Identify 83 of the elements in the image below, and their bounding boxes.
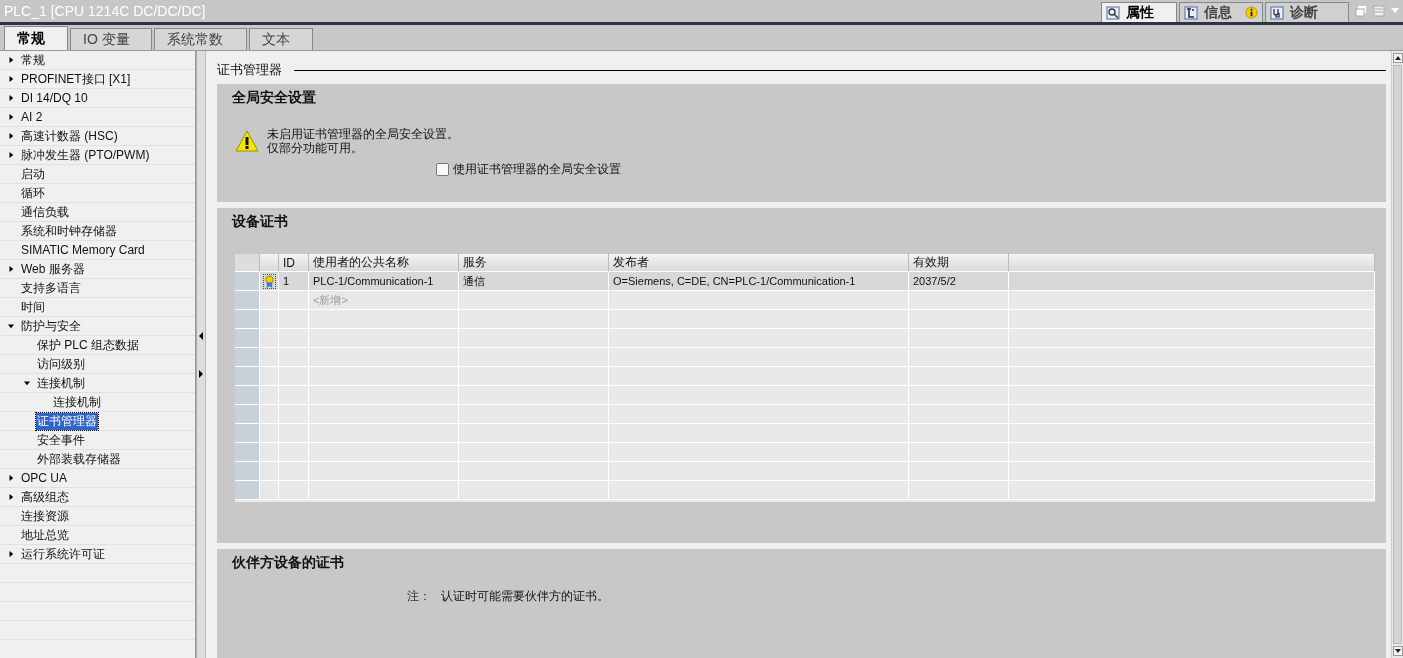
- collapsed-arrow-icon[interactable]: [8, 56, 14, 64]
- tree-item[interactable]: 防护与安全: [20, 317, 82, 335]
- table-cell: 通信: [459, 272, 609, 291]
- inspector-tab[interactable]: 属性: [1101, 2, 1177, 22]
- tree-item[interactable]: 通信负载: [20, 203, 70, 221]
- tree-item[interactable]: AI 2: [20, 110, 44, 124]
- tree-item[interactable]: Web 服务器: [20, 260, 86, 278]
- table-cell: [260, 424, 279, 443]
- tree-item[interactable]: 循环: [20, 184, 46, 202]
- collapse-left-icon[interactable]: [199, 331, 203, 340]
- tree-item[interactable]: DI 14/DQ 10: [20, 91, 89, 105]
- tree-item[interactable]: PROFINET接口 [X1]: [20, 70, 132, 88]
- page-title: 证书管理器: [217, 61, 282, 79]
- collapsed-arrow-icon[interactable]: [8, 113, 14, 121]
- tree-item[interactable]: 证书管理器: [36, 412, 98, 430]
- tree-item[interactable]: 支持多语言: [20, 279, 82, 297]
- scrollbar[interactable]: [1391, 51, 1403, 658]
- table-cell: 2037/5/2: [909, 272, 1009, 291]
- table-cell: PLC-1/Communication-1: [309, 272, 459, 291]
- table-cell: O=Siemens, C=DE, CN=PLC-1/Communication-1: [609, 272, 909, 291]
- collapsed-arrow-icon[interactable]: [8, 550, 14, 558]
- table-cell: [260, 329, 279, 348]
- collapsed-arrow-icon[interactable]: [8, 132, 14, 140]
- tree-item[interactable]: 保护 PLC 组态数据: [36, 336, 140, 354]
- collapsed-arrow-icon[interactable]: [8, 493, 14, 501]
- collapsed-arrow-icon[interactable]: [8, 474, 14, 482]
- collapsed-arrow-icon[interactable]: [8, 265, 14, 273]
- inspector-tab[interactable]: 诊断: [1265, 2, 1349, 22]
- tree-item[interactable]: 安全事件: [36, 431, 86, 449]
- checkbox-label: 使用证书管理器的全局安全设置: [453, 161, 621, 178]
- table-cell: [260, 462, 279, 481]
- tree-item[interactable]: 连接机制: [52, 393, 102, 411]
- scroll-up-icon[interactable]: [1392, 53, 1403, 63]
- tree-item[interactable]: 启动: [20, 165, 46, 183]
- tree-item[interactable]: 时间: [20, 298, 46, 316]
- tab[interactable]: IO 变量: [70, 28, 152, 50]
- checkbox[interactable]: [436, 163, 449, 176]
- table-cell: [260, 348, 279, 367]
- warning-text: 未启用证书管理器的全局安全设置。: [267, 127, 459, 141]
- warning-text: 仅部分功能可用。: [267, 141, 364, 155]
- warning-icon: [235, 130, 259, 152]
- tree-item[interactable]: OPC UA: [20, 471, 68, 485]
- tree-item[interactable]: 访问级别: [36, 355, 86, 373]
- table-cell: 1: [279, 272, 309, 291]
- tab[interactable]: 常规: [4, 26, 68, 50]
- table-cell: [260, 386, 279, 405]
- window-title: PLC_1 [CPU 1214C DC/DC/DC]: [3, 3, 206, 21]
- note-text: 认证时可能需要伙伴方的证书。: [441, 588, 609, 605]
- expanded-arrow-icon[interactable]: [24, 379, 30, 387]
- tree-item[interactable]: 脉冲发生器 (PTO/PWM): [20, 146, 151, 164]
- info-arrow-icon: [1184, 5, 1198, 20]
- tree-item[interactable]: 运行系统许可证: [20, 545, 106, 563]
- tree-item[interactable]: 高速计数器 (HSC): [20, 127, 119, 145]
- section-heading: 伙伴方设备的证书: [232, 554, 345, 572]
- inspector-tab[interactable]: 信息: [1179, 2, 1263, 22]
- note-label: 注：: [407, 588, 431, 605]
- table-cell: [279, 291, 309, 310]
- magnifier-icon: [1106, 5, 1120, 20]
- table-cell: [260, 443, 279, 462]
- tree-item[interactable]: 系统和时钟存储器: [20, 222, 118, 240]
- stethoscope-icon: [1270, 5, 1284, 20]
- corner-cell: [235, 254, 260, 272]
- table-cell: [260, 367, 279, 386]
- tree-item[interactable]: SIMATIC Memory Card: [20, 243, 146, 257]
- section-heading: 全局安全设置: [232, 89, 317, 107]
- tab[interactable]: 文本: [249, 28, 313, 50]
- collapsed-arrow-icon[interactable]: [8, 151, 14, 159]
- expanded-arrow-icon[interactable]: [8, 322, 14, 330]
- tree-item[interactable]: 外部装载存储器: [36, 450, 122, 468]
- tree-item[interactable]: 连接资源: [20, 507, 70, 525]
- tree-item[interactable]: 常规: [20, 51, 46, 69]
- section-heading: 设备证书: [232, 213, 289, 231]
- tree-item[interactable]: 高级组态: [20, 488, 70, 506]
- tab[interactable]: 系统常数: [154, 28, 247, 50]
- collapsed-arrow-icon[interactable]: [8, 75, 14, 83]
- scroll-down-icon[interactable]: [1392, 646, 1403, 656]
- table-cell: [260, 310, 279, 329]
- tree-item[interactable]: 地址总览: [20, 526, 70, 544]
- tree-item[interactable]: 连接机制: [36, 374, 86, 392]
- table-cell: [260, 405, 279, 424]
- expand-right-icon[interactable]: [199, 369, 203, 378]
- collapsed-arrow-icon[interactable]: [8, 94, 14, 102]
- table-cell: [260, 481, 279, 500]
